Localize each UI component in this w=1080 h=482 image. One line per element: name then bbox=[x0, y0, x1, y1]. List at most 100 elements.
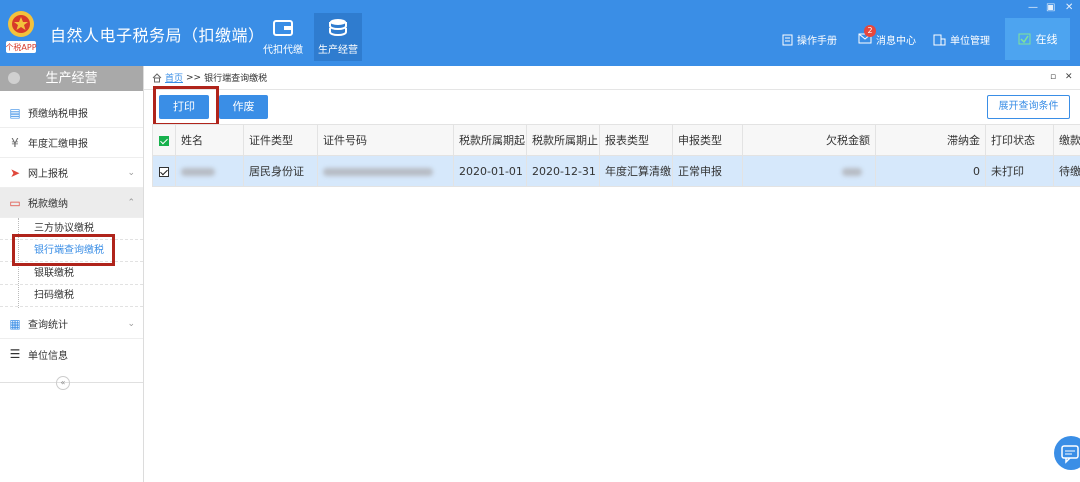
messages-label: 消息中心 bbox=[876, 36, 916, 47]
logo-text: 个税APP bbox=[5, 42, 36, 52]
sidebar-item-label: 单位信息 bbox=[28, 350, 68, 362]
unit-management-label: 单位管理 bbox=[950, 36, 990, 47]
cell-late-fee: 0 bbox=[875, 155, 986, 187]
building-icon bbox=[933, 34, 946, 45]
sidebar-item-label: 查询统计 bbox=[28, 320, 68, 331]
sidebar-item-tax-payment[interactable]: ▭ 税款缴纳 ⌃ bbox=[0, 188, 143, 218]
column-header-declare-type[interactable]: 申报类型 bbox=[672, 124, 743, 156]
toolbar: 打印 作废 展开查询条件 bbox=[144, 90, 1080, 124]
clipboard-icon: ▤ bbox=[9, 105, 21, 120]
column-header-print-status[interactable]: 打印状态 bbox=[985, 124, 1054, 156]
sub-item-qr-payment[interactable]: 扫码缴税 bbox=[0, 285, 143, 307]
row-select-cell[interactable] bbox=[152, 155, 176, 187]
column-header-id-number[interactable]: 证件号码 bbox=[317, 124, 454, 156]
online-status-button[interactable]: 在线 bbox=[1005, 18, 1070, 60]
cell-owed-tax bbox=[742, 155, 876, 187]
column-header-period-end[interactable]: 税款所属期止 bbox=[526, 124, 600, 156]
paper-plane-icon: ➤ bbox=[9, 165, 21, 180]
expand-query-button[interactable]: 展开查询条件 bbox=[987, 95, 1070, 119]
sidebar-item-label: 税款缴纳 bbox=[28, 199, 68, 210]
sidebar-header: 生产经营 bbox=[0, 66, 143, 91]
cell-period-end: 2020-12-31 bbox=[526, 155, 600, 187]
message-center-link[interactable]: 2 消息中心 bbox=[858, 24, 916, 47]
highlight-box-print bbox=[153, 86, 219, 126]
tab-business[interactable]: 生产经营 bbox=[314, 13, 362, 61]
breadcrumb-current: 银行端查询缴税 bbox=[204, 74, 268, 84]
sidebar: 生产经营 ▤ 预缴纳税申报 ¥ 年度汇缴申报 ➤ 网上报税 ⌄ ▭ 税款缴纳 ⌃… bbox=[0, 66, 144, 482]
sidebar-item-label: 预缴纳税申报 bbox=[28, 109, 88, 120]
column-header-name[interactable]: 姓名 bbox=[175, 124, 244, 156]
sub-item-unionpay-payment[interactable]: 银联缴税 bbox=[0, 263, 143, 285]
column-header-payment-status[interactable]: 缴款 bbox=[1053, 124, 1080, 156]
cell-print-status: 未打印 bbox=[985, 155, 1054, 187]
chevron-up-icon: ⌃ bbox=[127, 197, 135, 208]
column-header-owed-tax[interactable]: 欠税金额 bbox=[742, 124, 876, 156]
void-button[interactable]: 作废 bbox=[219, 95, 268, 119]
yen-circle-icon: ¥ bbox=[11, 135, 19, 150]
top-bar: 个税APP 自然人电子税务局（扣缴端） 代扣代缴 生产经营 操作手册 2 消息中… bbox=[0, 0, 1080, 66]
cell-declare-type: 正常申报 bbox=[672, 155, 743, 187]
sidebar-item-prepay-declaration[interactable]: ▤ 预缴纳税申报 bbox=[0, 98, 143, 128]
chat-bubble-icon bbox=[1061, 445, 1079, 464]
column-header-report-type[interactable]: 报表类型 bbox=[599, 124, 673, 156]
manual-link[interactable]: 操作手册 bbox=[782, 32, 837, 47]
sidebar-item-query-stats[interactable]: ▦ 查询统计 ⌄ bbox=[0, 309, 143, 339]
select-all-cell[interactable] bbox=[152, 124, 176, 156]
minimize-icon[interactable]: — bbox=[1028, 2, 1038, 13]
tax-payment-table: 姓名 证件类型 证件号码 税款所属期起 税款所属期止 报表类型 申报类型 欠税金… bbox=[152, 124, 1080, 187]
cell-payment-status: 待缴 bbox=[1053, 155, 1080, 187]
row-checkbox[interactable] bbox=[159, 166, 169, 177]
message-count-badge: 2 bbox=[864, 24, 876, 37]
tab-withholding-label: 代扣代缴 bbox=[263, 45, 303, 56]
sidebar-item-label: 网上报税 bbox=[28, 169, 68, 180]
highlight-box-bank-query bbox=[12, 234, 115, 266]
collapse-sidebar-button[interactable]: « bbox=[56, 376, 70, 390]
maximize-icon[interactable]: ▣ bbox=[1046, 2, 1055, 13]
document-icon bbox=[782, 34, 793, 45]
sidebar-item-online-filing[interactable]: ➤ 网上报税 ⌄ bbox=[0, 158, 143, 188]
list-icon: ☰ bbox=[9, 347, 21, 361]
sidebar-title: 生产经营 bbox=[45, 71, 98, 86]
select-all-checkbox[interactable] bbox=[159, 135, 169, 146]
restore-panel-icon[interactable]: ▫ bbox=[1050, 72, 1056, 82]
cell-period-start: 2020-01-01 bbox=[453, 155, 527, 187]
cell-report-type: 年度汇算清缴 bbox=[599, 155, 673, 187]
breadcrumb-home-link[interactable]: 首页 bbox=[165, 71, 183, 84]
sidebar-item-label: 年度汇缴申报 bbox=[28, 139, 88, 150]
cell-name bbox=[175, 155, 244, 187]
tab-withholding[interactable]: 代扣代缴 bbox=[259, 13, 307, 61]
sidebar-divider bbox=[0, 382, 143, 383]
close-icon[interactable]: ✕ bbox=[1065, 2, 1073, 13]
table-row[interactable]: 居民身份证 2020-01-01 2020-12-31 年度汇算清缴 正常申报 … bbox=[152, 155, 1080, 187]
coins-stack-icon bbox=[329, 19, 347, 37]
redacted-name bbox=[181, 167, 215, 176]
chevron-down-icon: ⌄ bbox=[127, 167, 135, 178]
redacted-owed-tax bbox=[842, 167, 862, 176]
cell-id-type: 居民身份证 bbox=[243, 155, 318, 187]
column-header-period-start[interactable]: 税款所属期起 bbox=[453, 124, 527, 156]
wallet-icon bbox=[273, 20, 293, 36]
sidebar-item-annual-declaration[interactable]: ¥ 年度汇缴申报 bbox=[0, 128, 143, 158]
category-icon bbox=[8, 72, 20, 84]
sidebar-item-unit-info[interactable]: ☰ 单位信息 bbox=[0, 339, 143, 369]
tax-emblem-logo: 个税APP bbox=[5, 11, 37, 53]
unit-management-link[interactable]: 单位管理 bbox=[933, 32, 990, 47]
column-header-id-type[interactable]: 证件类型 bbox=[243, 124, 318, 156]
close-panel-icon[interactable]: ✕ bbox=[1065, 72, 1073, 82]
breadcrumb-separator: >> bbox=[186, 72, 202, 83]
tab-business-label: 生产经营 bbox=[318, 45, 358, 56]
chevron-down-icon: ⌄ bbox=[127, 318, 135, 329]
report-icon: ▦ bbox=[9, 316, 21, 331]
online-chat-button[interactable] bbox=[1054, 436, 1080, 470]
app-title: 自然人电子税务局（扣缴端） bbox=[50, 26, 265, 45]
payment-terminal-icon: ▭ bbox=[9, 195, 21, 210]
online-status-label: 在线 bbox=[1035, 33, 1058, 46]
breadcrumb: 首页 >> 银行端查询缴税 bbox=[144, 66, 1080, 90]
column-header-late-fee[interactable]: 滞纳金 bbox=[875, 124, 986, 156]
manual-label: 操作手册 bbox=[797, 36, 837, 47]
checked-box-icon bbox=[1018, 33, 1030, 45]
table-header-row: 姓名 证件类型 证件号码 税款所属期起 税款所属期止 报表类型 申报类型 欠税金… bbox=[152, 124, 1080, 156]
cell-id-number bbox=[317, 155, 454, 187]
home-icon bbox=[152, 72, 162, 82]
main-panel: 首页 >> 银行端查询缴税 ▫ ✕ 打印 作废 展开查询条件 姓名 证件类型 证… bbox=[144, 66, 1080, 482]
